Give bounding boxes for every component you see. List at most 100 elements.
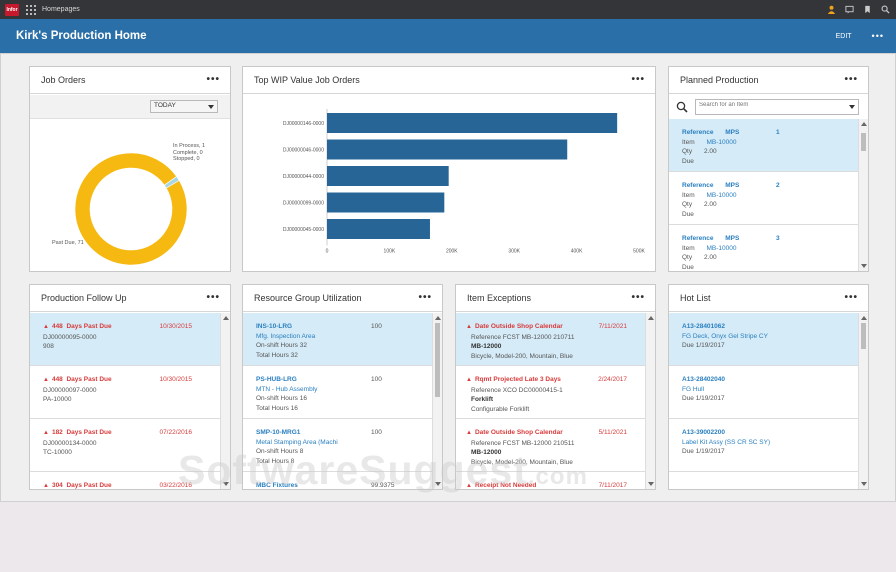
list-item[interactable]: Reference MPS 1 Item MB-10000 Qty 2.00 D… [669, 119, 858, 172]
followup-scrollbar[interactable] [220, 313, 230, 489]
infor-logo[interactable]: Infor [5, 3, 19, 16]
edit-button[interactable]: EDIT [836, 33, 852, 40]
list-item[interactable]: ▲ Date Outside Shop Calendar 7/11/2021 Re… [456, 313, 645, 366]
list-item[interactable]: Reference MPS 2 Item MB-10000 Qty 2.00 D… [669, 172, 858, 225]
list-item[interactable]: ▲ 448 Days Past Due 10/30/2015 DJ00000097… [30, 366, 220, 419]
donut-slice-past-due[interactable] [74, 152, 188, 266]
list-item[interactable]: ▲ Date Outside Shop Calendar 5/11/2021 Re… [456, 419, 645, 472]
list-item[interactable]: A13-28401062 FG Deck, Onyx Gel Stripe CY… [669, 313, 858, 366]
followup-date: 07/22/2016 [159, 429, 192, 436]
wip-card: Top WIP Value Job Orders ••• DJ00000146-0… [242, 66, 656, 272]
bar-dj00000146-0000[interactable] [327, 113, 618, 133]
page-title: Kirk's Production Home [16, 30, 147, 42]
exception-desc: Configurable Forklift [471, 405, 530, 413]
resource-group-card: Resource Group Utilization ••• INS-10-LRG… [242, 284, 443, 490]
list-item[interactable]: INS-10-LRG 100 Mfg. Inspection Area On-s… [243, 313, 432, 366]
scroll-up-icon[interactable] [223, 316, 229, 320]
list-item[interactable]: PS-HUB-LRG 100 MTN - Hub Assembly On-shi… [243, 366, 432, 419]
scroll-up-icon[interactable] [648, 316, 654, 320]
hot-list-card: Hot List ••• A13-28401062 FG Deck, Onyx G… [668, 284, 869, 490]
y-tick-label: DJ00000146-0000 [283, 121, 324, 127]
list-item[interactable]: ▲ Receipt Not Needed 7/11/2017 [456, 472, 645, 489]
app-grid-icon[interactable] [26, 4, 36, 15]
bar-dj00000099-0000[interactable] [327, 192, 445, 213]
exception-status: Rqmt Projected Late 3 Days [474, 376, 561, 383]
list-item[interactable]: ▲ 182 Days Past Due 07/22/2016 DJ00000134… [30, 419, 220, 472]
exceptions-title: Item Exceptions [467, 293, 532, 303]
scroll-up-icon[interactable] [435, 316, 441, 320]
warning-icon: ▲ [43, 377, 49, 383]
scroll-down-icon[interactable] [223, 482, 229, 486]
exceptions-more-button[interactable]: ••• [631, 293, 645, 303]
topbar-title[interactable]: Homepages [42, 6, 80, 13]
legend-in-process: In Process, 1 [173, 143, 206, 149]
hotlist-scrollbar[interactable] [858, 313, 868, 489]
chat-icon[interactable] [845, 5, 854, 14]
hotlist-more-button[interactable]: ••• [844, 293, 858, 303]
bookmark-icon[interactable] [863, 5, 872, 14]
planned-num: 1 [776, 129, 780, 136]
planned-due-label: Due [682, 263, 694, 271]
exceptions-scrollbar[interactable] [645, 313, 655, 489]
scroll-thumb[interactable] [435, 323, 440, 397]
followup-status: Days Past Due [66, 323, 112, 330]
job-orders-period-select[interactable]: TODAY [150, 100, 218, 113]
planned-qty-value: 2.00 [703, 148, 717, 155]
list-item[interactable]: ▲ 448 Days Past Due 10/30/2015 DJ00000095… [30, 313, 220, 366]
resource-scrollbar[interactable] [432, 313, 442, 489]
scroll-thumb[interactable] [861, 133, 866, 151]
planned-item-value: MB-10000 [706, 191, 737, 199]
planned-search-input[interactable] [699, 102, 839, 108]
planned-list: Reference MPS 1 Item MB-10000 Qty 2.00 D… [669, 119, 858, 271]
planned-scrollbar[interactable] [858, 119, 868, 271]
list-item[interactable]: SMP-10-MRG1 100 Metal Stamping Area (Mac… [243, 419, 432, 472]
hotlist-code: A13-39002200 [682, 429, 726, 436]
user-icon[interactable] [827, 5, 836, 14]
list-item[interactable]: A13-28402040 FG Hull Due 1/19/2017 [669, 366, 858, 419]
planned-item-label: Item [682, 138, 695, 146]
scroll-down-icon[interactable] [861, 482, 867, 486]
wip-more-button[interactable]: ••• [631, 75, 645, 85]
planned-more-button[interactable]: ••• [844, 75, 858, 85]
scroll-down-icon[interactable] [861, 264, 867, 268]
warning-icon: ▲ [466, 483, 472, 489]
planned-item-search[interactable] [695, 99, 859, 115]
list-item[interactable]: ▲ Rqmt Projected Late 3 Days 2/24/2017 Re… [456, 366, 645, 419]
hotlist-name: FG Deck, Onyx Gel Stripe CY [682, 332, 768, 340]
legend-stopped: Stopped, 0 [173, 156, 200, 162]
resource-name: Metal Stamping Area (Machi [256, 438, 338, 446]
warning-icon: ▲ [43, 324, 49, 330]
followup-status: Days Past Due [66, 376, 112, 383]
followup-days: 304 [51, 482, 63, 489]
y-tick-label: DJ00000046-0000 [283, 148, 324, 154]
exception-desc: Bicycle, Model-200, Mountain, Blue [471, 352, 573, 360]
list-item[interactable]: Reference MPS 3 Item MB-10000 Qty 2.00 D… [669, 225, 858, 271]
scroll-down-icon[interactable] [648, 482, 654, 486]
followup-more-button[interactable]: ••• [206, 293, 220, 303]
scroll-thumb[interactable] [861, 323, 866, 349]
scroll-down-icon[interactable] [435, 482, 441, 486]
planned-item-value: MB-10000 [706, 138, 737, 146]
list-item[interactable]: ▲ 304 Days Past Due 03/22/2016 [30, 472, 220, 489]
search-icon[interactable] [881, 5, 890, 14]
planned-ref-value: MPS [725, 129, 740, 136]
hotlist-list: A13-28401062 FG Deck, Onyx Gel Stripe CY… [669, 313, 858, 489]
planned-num: 3 [776, 235, 780, 242]
bar-dj00000044-0000[interactable] [327, 166, 449, 186]
resource-more-button[interactable]: ••• [418, 293, 432, 303]
x-tick-label: 300K [508, 249, 520, 255]
chevron-down-icon [208, 105, 214, 109]
header-more-button[interactable]: ••• [872, 31, 884, 41]
search-icon[interactable] [676, 101, 688, 113]
followup-order: DJ00000134-0000 [43, 439, 97, 447]
bar-dj00000045-0000[interactable] [327, 219, 430, 239]
scroll-up-icon[interactable] [861, 122, 867, 126]
list-item[interactable]: MBC Fixtures 99.9375 [243, 472, 432, 489]
page-header: Kirk's Production Home EDIT ••• [0, 19, 896, 53]
scroll-up-icon[interactable] [861, 316, 867, 320]
list-item[interactable]: A13-39002200 Label Kit Assy (SS CR SC SY… [669, 419, 858, 472]
followup-status: Days Past Due [66, 429, 112, 436]
job-orders-more-button[interactable]: ••• [206, 75, 220, 85]
bar-dj00000046-0000[interactable] [327, 139, 568, 160]
planned-item-label: Item [682, 191, 695, 199]
